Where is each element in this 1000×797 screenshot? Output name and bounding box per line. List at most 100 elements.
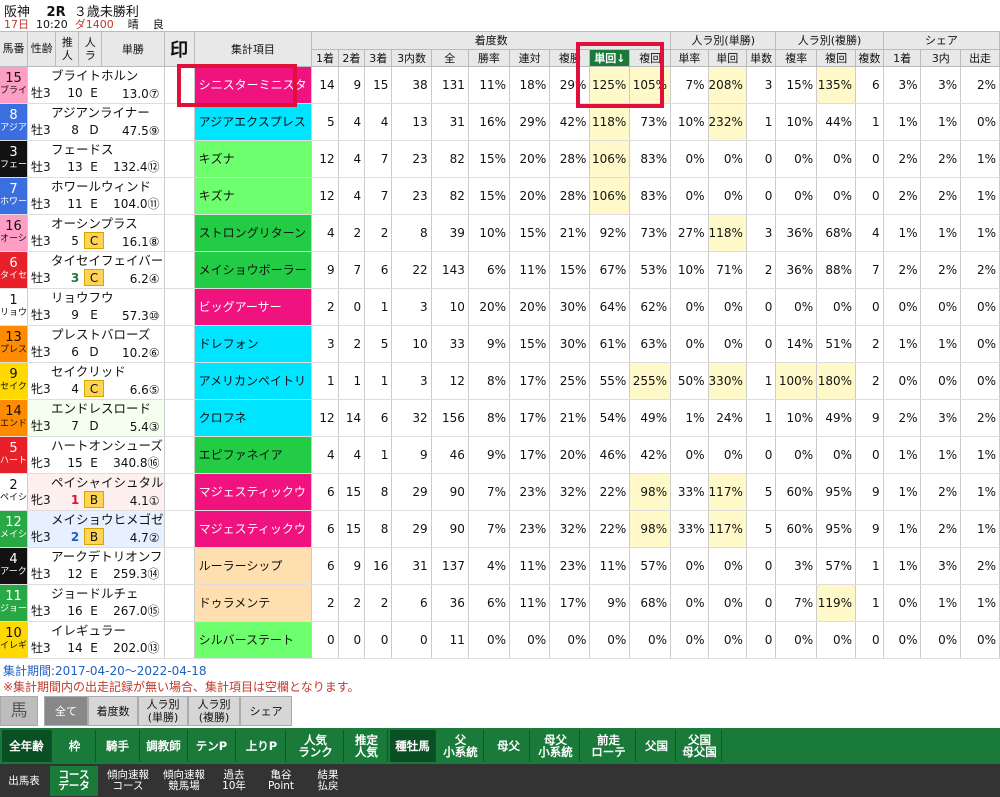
col-c2[interactable]: 2着 [338, 49, 366, 67]
category-tab-7[interactable]: 推定 人気 [346, 730, 388, 762]
shirushi-cell[interactable] [164, 547, 195, 585]
col-sd[interactable]: 出走 [960, 49, 1000, 67]
shirushi-cell[interactable] [164, 66, 195, 104]
item-cell[interactable]: ビッグアーサー [194, 288, 313, 326]
view-tab-0[interactable]: 馬 [0, 696, 38, 726]
category-tab-1[interactable]: 枠 [54, 730, 96, 762]
horse-cell[interactable]: アークデトリオンフ 牡3 12 E 259.3⑭ [27, 547, 165, 585]
item-cell[interactable]: ルーラーシップ [194, 547, 313, 585]
category-tab-2[interactable]: 騎手 [96, 730, 140, 762]
item-cell[interactable]: シニスターミニスタ [194, 66, 313, 104]
category-tab-5[interactable]: 上りP [238, 730, 286, 762]
horse-cell[interactable]: ペイシャイシュタル 牝3 1 B 4.1① [27, 473, 165, 511]
col-nt_count[interactable]: 単数 [746, 49, 777, 67]
col-ren[interactable]: 連対 [509, 49, 551, 67]
col-all[interactable]: 全 [431, 49, 469, 67]
col-c1[interactable]: 1着 [311, 49, 339, 67]
shirushi-cell[interactable] [164, 584, 195, 622]
horse-name[interactable]: タイセイフェイバー [51, 253, 163, 269]
col-nf_kai[interactable]: 複回 [816, 49, 857, 67]
item-cell[interactable]: ドゥラメンテ [194, 584, 313, 622]
col-s3[interactable]: 3内 [920, 49, 962, 67]
category-tab-6[interactable]: 人気 ランク [288, 730, 344, 762]
col-win[interactable]: 勝率 [468, 49, 511, 67]
category-tab-3[interactable]: 調教師 [140, 730, 188, 762]
horse-cell[interactable]: ハートオンシューズ 牝3 15 E 340.8⑯ [27, 436, 165, 474]
item-cell[interactable]: キズナ [194, 140, 313, 178]
horse-name[interactable]: セイクリッド [51, 364, 163, 380]
col-fukukai[interactable]: 複回 [629, 49, 672, 67]
horse-cell[interactable]: フェードス 牡3 13 E 132.4⑫ [27, 140, 165, 178]
page-tab-2[interactable]: 傾向速報 コース [100, 766, 156, 796]
category-tab-0[interactable]: 全年齢 [2, 730, 52, 762]
shirushi-cell[interactable] [164, 103, 195, 141]
shirushi-cell[interactable] [164, 177, 195, 215]
category-tab-11[interactable]: 母父 小系統 [532, 730, 580, 762]
horse-name[interactable]: フェードス [51, 142, 163, 158]
shirushi-cell[interactable] [164, 473, 195, 511]
shirushi-cell[interactable] [164, 325, 195, 363]
item-cell[interactable]: マジェスティックウ [194, 510, 313, 548]
category-tab-10[interactable]: 母父 [488, 730, 530, 762]
horse-cell[interactable]: イレギュラー 牡3 14 E 202.0⑬ [27, 621, 165, 659]
horse-cell[interactable]: ブライトホルン 牡3 10 E 13.0⑦ [27, 66, 165, 104]
col-c3[interactable]: 3着 [364, 49, 393, 67]
horse-name[interactable]: ジョードルチェ [51, 586, 163, 602]
page-tab-1[interactable]: コース データ [50, 766, 98, 796]
horse-name[interactable]: エンドレスロード [51, 401, 163, 417]
item-cell[interactable]: アメリカンペイトリ [194, 362, 313, 400]
category-tab-9[interactable]: 父 小系統 [438, 730, 484, 762]
horse-name[interactable]: オーシンプラス [51, 216, 163, 232]
item-cell[interactable]: エピファネイア [194, 436, 313, 474]
page-tab-0[interactable]: 出馬表 [2, 766, 46, 796]
view-tab-5[interactable]: シェア [240, 696, 292, 726]
item-cell[interactable]: クロフネ [194, 399, 313, 437]
horse-cell[interactable]: ホワールウィンド 牡3 11 E 104.0⑪ [27, 177, 165, 215]
shirushi-cell[interactable] [164, 288, 195, 326]
shirushi-cell[interactable] [164, 214, 195, 252]
horse-name[interactable]: アークデトリオンフ [51, 549, 163, 565]
horse-name[interactable]: イレギュラー [51, 623, 163, 639]
col-nt_rate[interactable]: 単率 [670, 49, 709, 67]
horse-name[interactable]: ホワールウィンド [51, 179, 163, 195]
horse-cell[interactable]: メイショウヒメゴゼ 牝3 2 B 4.7② [27, 510, 165, 548]
category-tab-12[interactable]: 前走 ローテ [582, 730, 636, 762]
view-tab-1[interactable]: 全て [44, 696, 88, 726]
shirushi-cell[interactable] [164, 510, 195, 548]
page-tab-6[interactable]: 結果 払戻 [306, 766, 350, 796]
category-tab-4[interactable]: テンP [188, 730, 236, 762]
page-tab-3[interactable]: 傾向速報 競馬場 [156, 766, 212, 796]
item-cell[interactable]: メイショウボーラー [194, 251, 313, 289]
horse-name[interactable]: ペイシャイシュタル [51, 475, 163, 491]
horse-cell[interactable]: アジアンライナー 牡3 8 D 47.5⑨ [27, 103, 165, 141]
horse-name[interactable]: リョウフウ [51, 290, 163, 306]
col-s1[interactable]: 1着 [883, 49, 922, 67]
col-c3n[interactable]: 3内数 [391, 49, 432, 67]
view-tab-2[interactable]: 着度数 [88, 696, 138, 726]
item-cell[interactable]: マジェスティックウ [194, 473, 313, 511]
view-tab-4[interactable]: 人ラ別 (複勝) [188, 696, 240, 726]
item-cell[interactable]: ストロングリターン [194, 214, 313, 252]
shirushi-cell[interactable] [164, 399, 195, 437]
item-cell[interactable]: シルバーステート [194, 621, 313, 659]
horse-name[interactable]: ブライトホルン [51, 68, 163, 84]
item-cell[interactable]: キズナ [194, 177, 313, 215]
shirushi-cell[interactable] [164, 436, 195, 474]
col-nf_rate[interactable]: 複率 [775, 49, 818, 67]
view-tab-3[interactable]: 人ラ別 (単勝) [138, 696, 188, 726]
horse-cell[interactable]: オーシンプラス 牡3 5 C 16.1⑧ [27, 214, 165, 252]
shirushi-cell[interactable] [164, 362, 195, 400]
col-nf_count[interactable]: 複数 [855, 49, 884, 67]
page-tab-5[interactable]: 亀谷 Point [256, 766, 306, 796]
item-cell[interactable]: アジアエクスプレス [194, 103, 313, 141]
horse-name[interactable]: メイショウヒメゴゼ [51, 512, 163, 528]
category-tab-14[interactable]: 父国 母父国 [678, 730, 722, 762]
category-tab-8[interactable]: 種牡馬 [390, 730, 436, 762]
shirushi-cell[interactable] [164, 140, 195, 178]
item-cell[interactable]: ドレフォン [194, 325, 313, 363]
horse-name[interactable]: プレストバローズ [51, 327, 163, 343]
horse-cell[interactable]: ジョードルチェ 牡3 16 E 267.0⑮ [27, 584, 165, 622]
horse-name[interactable]: ハートオンシューズ [51, 438, 163, 454]
col-nt_kai[interactable]: 単回 [708, 49, 747, 67]
horse-cell[interactable]: セイクリッド 牝3 4 C 6.6⑤ [27, 362, 165, 400]
